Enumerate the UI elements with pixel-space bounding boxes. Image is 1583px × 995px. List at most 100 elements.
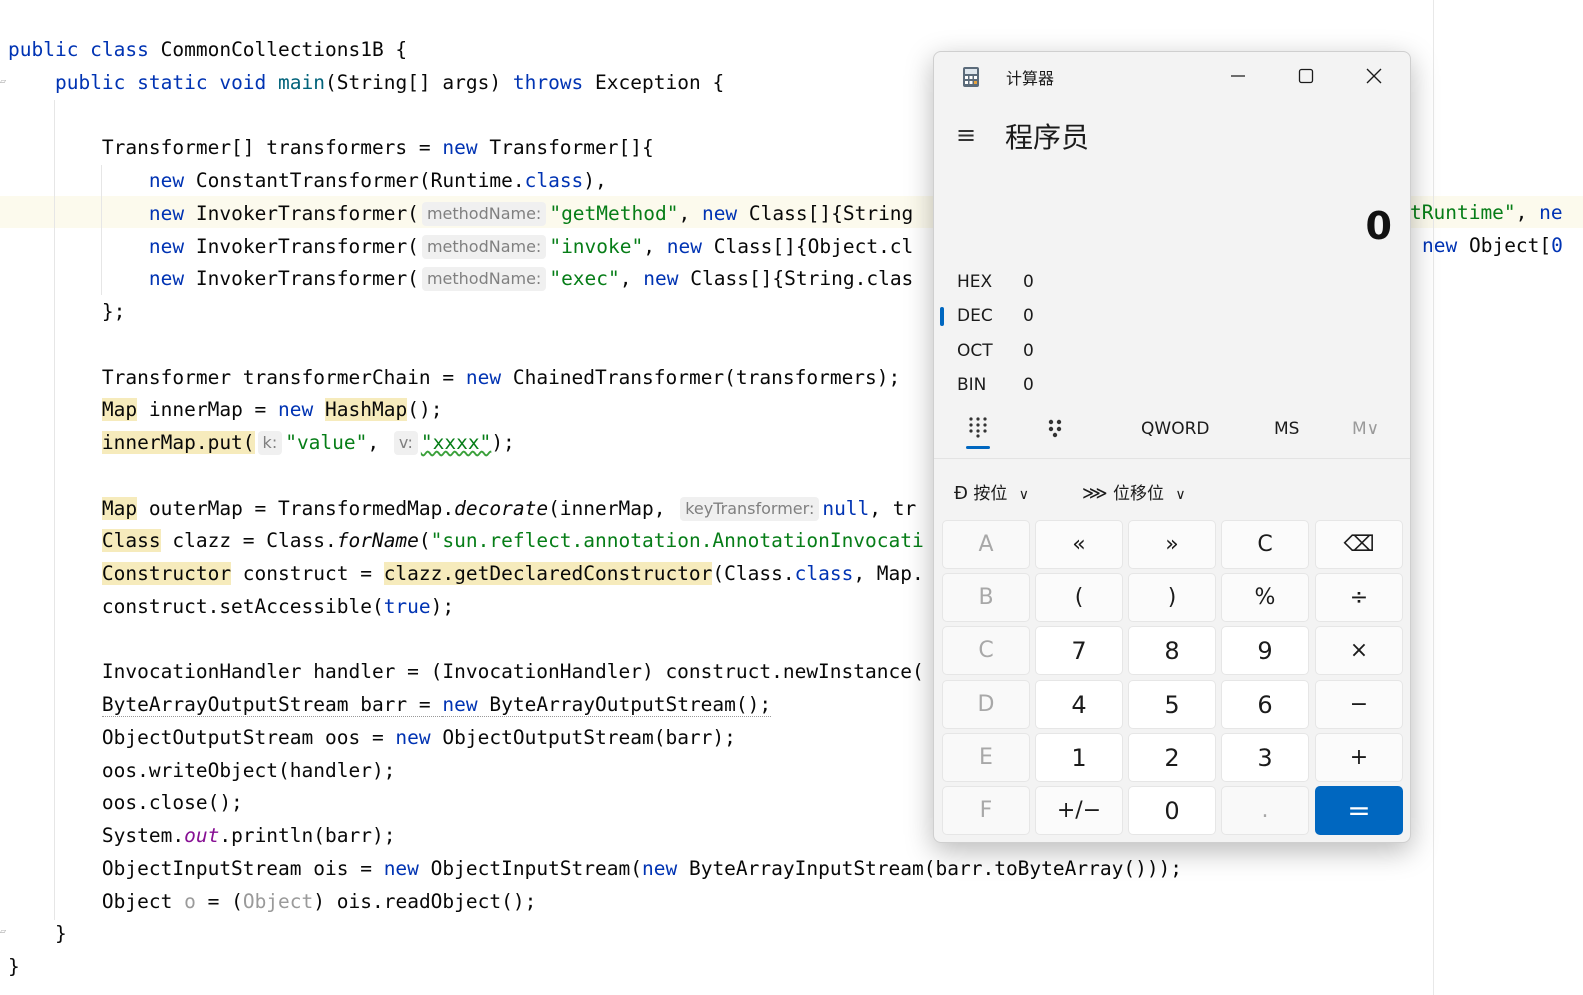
key-close-paren[interactable]: ) [1128,573,1216,622]
key-digit-0[interactable]: 0 [1128,786,1216,835]
key-left-shift[interactable]: « [1035,520,1123,569]
key-backspace[interactable]: ⌫ [1315,520,1403,569]
code-token: ObjectInputStream( [418,856,642,880]
key-open-paren[interactable]: ( [1035,573,1123,622]
code-token: (String[] args) [325,70,513,94]
code-line: new InvokerTransformer(methodName: "exec"… [8,262,913,295]
code-token: 0 [1551,234,1563,257]
hamburger-menu-icon[interactable]: ≡ [956,122,982,148]
key-negate[interactable]: +/− [1035,786,1123,835]
radix-label: HEX [957,272,993,292]
minimize-button[interactable] [1208,56,1268,96]
full-keypad-icon[interactable] [968,416,988,438]
fold-marker-icon[interactable]: ▱ [0,926,8,940]
key-label: 6 [1257,690,1273,719]
radix-value: 0 [1023,375,1034,395]
maximize-button[interactable] [1276,56,1336,96]
key-label: % [1254,585,1276,610]
code-token: ConstantTransformer(Runtime. [184,169,525,192]
code-token: forName [336,529,419,553]
code-token: new [641,856,678,880]
key-label: 5 [1164,690,1180,719]
code-line: }; [8,295,126,328]
code-line: Map innerMap = new HashMap(); [8,393,442,426]
divider [934,458,1410,459]
code-token: , [643,234,667,258]
radix-dec[interactable]: DEC 0 [957,306,1077,336]
code-token: , [367,431,391,454]
key-decimal[interactable]: . [1221,786,1309,835]
fold-marker-icon[interactable]: ▱ [0,76,8,90]
key-hex-d[interactable]: D [942,680,1030,729]
key-label: » [1165,532,1179,557]
code-token: ); [491,431,515,454]
code-token: .println(barr); [219,824,396,847]
key-divide[interactable]: ÷ [1315,573,1403,622]
key-label: A [978,532,994,557]
calculator-window[interactable]: 计算器 ≡ 程序员 0 HEX 0 DEC 0 OCT 0 BIN 0 QWORD MS… [933,51,1411,843]
key-add[interactable]: + [1315,733,1403,782]
key-hex-c[interactable]: C [942,626,1030,675]
key-label: + [1349,745,1369,770]
chevron-down-icon: ∨ [1018,487,1030,503]
code-token: , [619,267,644,291]
code-token: public class [8,38,149,61]
key-subtract[interactable]: − [1315,680,1403,729]
code-token: Class[]{String.clas [678,267,914,291]
key-right-shift[interactable]: » [1128,520,1216,569]
key-digit-7[interactable]: 7 [1035,626,1123,675]
code-token: new [148,234,185,258]
mode-title: 程序员 [1005,121,1090,154]
key-hex-e[interactable]: E [942,733,1030,782]
radix-bin[interactable]: BIN 0 [957,375,1077,405]
code-token: ne [1539,201,1563,224]
calculator-app-icon [963,67,979,87]
key-digit-3[interactable]: 3 [1221,733,1309,782]
key-digit-9[interactable]: 9 [1221,626,1309,675]
radix-oct[interactable]: OCT 0 [957,341,1077,371]
result-display: 0 [1365,204,1392,248]
bitshift-dropdown[interactable]: ⋙ 位移位 ∨ [1082,479,1186,504]
key-digit-8[interactable]: 8 [1128,626,1216,675]
memory-menu-button[interactable]: M∨ [1352,419,1379,439]
close-button[interactable] [1344,56,1404,96]
code-token: construct = [231,562,384,585]
code-token: ByteArrayOutputStream(); [477,693,772,717]
code-token: new [442,136,478,160]
bit-toggling-keypad-icon[interactable] [1047,418,1067,438]
code-token: oos.close(); [8,791,243,815]
bitwise-dropdown[interactable]: Ð 按位 ∨ [954,479,1029,504]
parameter-hint: k: [257,431,283,455]
key-digit-6[interactable]: 6 [1221,680,1309,729]
code-token: true [383,594,431,618]
code-token: Transformer[]{ [477,136,654,160]
maximize-icon [1298,68,1314,84]
key-modulo[interactable]: % [1221,573,1309,622]
key-digit-4[interactable]: 4 [1035,680,1123,729]
key-clear[interactable]: C [1221,520,1309,569]
radix-label: OCT [957,341,993,361]
code-token: "getMethod" [549,201,679,225]
code-token: , Map. [853,562,924,585]
key-hex-f[interactable]: F [942,786,1030,835]
code-token: Constructor [101,562,232,585]
code-token: Transformer transformerChain = [8,365,466,389]
word-size-button[interactable]: QWORD [1141,419,1209,439]
key-digit-5[interactable]: 5 [1128,680,1216,729]
code-token: ), [583,169,607,192]
radix-hex[interactable]: HEX 0 [957,272,1077,302]
key-hex-b[interactable]: B [942,573,1030,622]
code-token: ByteArrayInputStream(barr.toByteArray())… [677,856,1183,880]
code-token: new [395,725,431,749]
code-token: null [822,496,870,520]
key-digit-2[interactable]: 2 [1128,733,1216,782]
code-token: ByteArrayOutputStream barr = [101,693,443,717]
key-multiply[interactable]: × [1315,626,1403,675]
code-token: Class [101,529,161,553]
memory-store-button[interactable]: MS [1274,419,1299,439]
key-hex-a[interactable]: A [942,520,1030,569]
key-digit-1[interactable]: 1 [1035,733,1123,782]
key-equals[interactable]: = [1315,786,1403,835]
